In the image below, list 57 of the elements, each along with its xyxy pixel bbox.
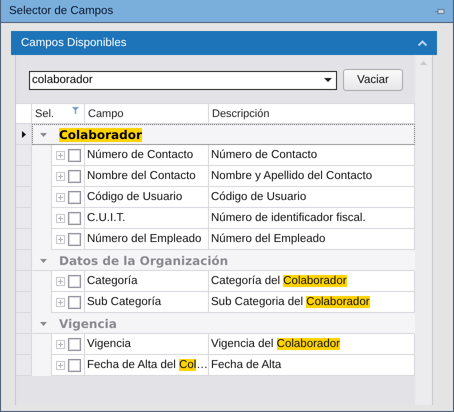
chevron-icon[interactable] [418,40,427,46]
description-cell: Categoría del Colaborador [209,271,415,292]
checkbox[interactable] [68,170,81,182]
column-header[interactable]: Sel. [32,103,85,124]
field-cell: Vigencia [85,334,209,355]
pin-icon[interactable] [435,8,445,14]
field-cell: Número de Contacto [85,145,209,166]
expand-icon[interactable] [56,214,65,222]
field-cell: C.U.I.T. [85,208,209,229]
field-cell: Código de Usuario [85,187,209,208]
expand-icon[interactable] [56,340,65,348]
checkbox[interactable] [68,274,81,288]
checkbox[interactable] [68,338,81,350]
checkbox[interactable] [68,148,81,162]
expand-icon[interactable] [56,150,65,160]
panel-title: Campos Disponibles [21,37,126,49]
group-title: Colaborador [59,128,142,142]
description-cell: Fecha de Alta [209,355,415,376]
group-row[interactable]: Colaborador [32,124,415,145]
description-cell: Número del Empleado [209,229,415,250]
search-combo[interactable]: colaborador [29,70,337,90]
description-cell: Número de Contacto [209,145,415,166]
scroll-up-icon[interactable] [420,61,427,65]
field-cell: Categoría [85,271,209,292]
dropdown-icon[interactable] [324,78,332,82]
description-cell: Código de Usuario [209,187,415,208]
checkbox[interactable] [68,232,81,246]
expand-icon[interactable] [56,298,65,306]
filter-icon[interactable] [72,107,79,114]
group-title: Vigencia [59,316,117,330]
row-header[interactable] [16,124,32,145]
field-cell: Fecha de Alta del Col… [85,355,209,376]
description-cell: Nombre y Apellido del Contacto [209,166,415,187]
window-title: Selector de Campos [9,5,114,17]
description-cell: Número de identificador fiscal. [209,208,415,229]
expand-icon[interactable] [56,192,65,202]
checkbox[interactable] [68,212,81,224]
column-header[interactable]: Descripción [209,103,415,124]
expand-icon[interactable] [56,360,65,370]
field-cell: Número del Empleado [85,229,209,250]
expand-icon[interactable] [56,276,65,286]
panel-header[interactable]: Campos Disponibles [11,31,437,55]
expand-icon[interactable] [56,234,65,244]
column-header[interactable]: Campo [85,103,209,124]
group-title: Datos de la Organización [59,254,228,268]
collapse-icon[interactable] [40,132,47,136]
description-cell: Vigencia del Colaborador [209,334,415,355]
clear-button[interactable]: Vaciar [343,69,403,91]
checkbox[interactable] [68,190,81,204]
checkbox[interactable] [68,358,81,372]
collapse-icon[interactable] [40,258,47,262]
field-cell: Nombre del Contacto [85,166,209,187]
description-cell: Sub Categoria del Colaborador [209,292,415,313]
collapse-icon[interactable] [40,322,47,326]
expand-icon[interactable] [56,172,65,180]
field-cell: Sub Categoría [85,292,209,313]
checkbox[interactable] [68,296,81,308]
